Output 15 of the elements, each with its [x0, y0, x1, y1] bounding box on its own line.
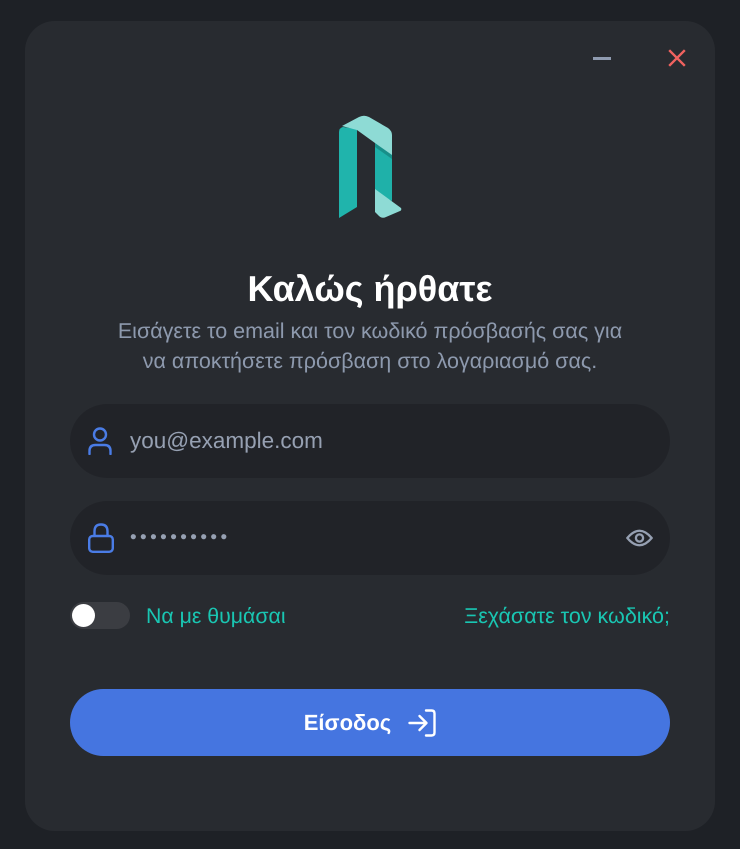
user-icon — [88, 427, 112, 455]
logo-icon — [338, 115, 402, 219]
forgot-password-link[interactable]: Ξεχάσατε τον κωδικό; — [464, 602, 670, 628]
email-field[interactable]: you@example.com — [70, 404, 670, 478]
remember-label[interactable]: Να με θυμάσαι — [146, 602, 286, 628]
password-field[interactable]: •••••••••• — [70, 501, 670, 575]
minimize-icon — [593, 56, 611, 60]
sign-in-icon — [408, 708, 436, 736]
eye-icon[interactable] — [626, 528, 653, 548]
lock-icon — [88, 523, 114, 553]
close-icon — [668, 49, 686, 67]
remember-toggle[interactable] — [70, 602, 130, 629]
welcome-title: Καλώς ήρθατε — [247, 269, 493, 309]
welcome-subtitle: Εισάγετε το email και τον κωδικό πρόσβασής σας για να αποκτήσετε πρόσβαση στο λογαριασμό σας. — [116, 318, 624, 375]
sign-in-button[interactable]: Είσοδος — [70, 689, 670, 756]
